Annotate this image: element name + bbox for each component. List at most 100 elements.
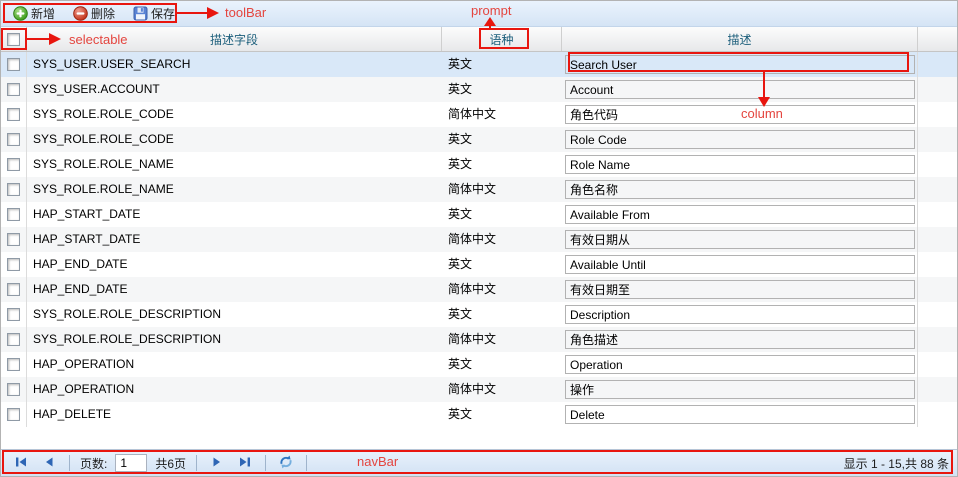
row-checkbox[interactable] [7,133,20,146]
table-row[interactable]: SYS_USER.USER_SEARCH 英文 [1,52,957,77]
save-button-label: 保存 [151,5,175,22]
row-checkbox[interactable] [7,308,20,321]
first-page-button[interactable] [11,453,31,473]
row-checkbox-cell [1,227,27,252]
desc-input[interactable] [565,230,915,249]
table-row[interactable]: SYS_ROLE.ROLE_CODE 简体中文 [1,102,957,127]
cell-spacer [918,52,957,77]
row-checkbox[interactable] [7,283,20,296]
row-checkbox[interactable] [7,408,20,421]
grid-header: 描述字段 语种 描述 [1,27,957,52]
cell-field: SYS_USER.ACCOUNT [27,77,442,102]
desc-input[interactable] [565,155,915,174]
row-checkbox-cell [1,277,27,302]
desc-input[interactable] [565,280,915,299]
delete-button[interactable]: 删除 [73,5,115,22]
table-row[interactable]: HAP_START_DATE 英文 [1,202,957,227]
desc-input[interactable] [565,205,915,224]
save-button[interactable]: 保存 [133,5,175,22]
row-checkbox[interactable] [7,358,20,371]
table-row[interactable]: SYS_ROLE.ROLE_NAME 简体中文 [1,177,957,202]
table-row[interactable]: SYS_ROLE.ROLE_DESCRIPTION 英文 [1,302,957,327]
cell-field: SYS_ROLE.ROLE_DESCRIPTION [27,302,442,327]
table-row[interactable]: HAP_OPERATION 英文 [1,352,957,377]
cell-field: SYS_USER.USER_SEARCH [27,52,442,77]
desc-input[interactable] [565,180,915,199]
cell-spacer [918,177,957,202]
desc-input[interactable] [565,105,915,124]
row-checkbox[interactable] [7,208,20,221]
cell-lang: 英文 [442,302,562,327]
cell-field: SYS_ROLE.ROLE_DESCRIPTION [27,327,442,352]
next-page-button[interactable] [207,453,227,473]
desc-input[interactable] [565,355,915,374]
desc-input[interactable] [565,130,915,149]
table-row[interactable]: HAP_END_DATE 英文 [1,252,957,277]
pager-separator [306,455,307,471]
row-checkbox-cell [1,127,27,152]
table-row[interactable]: SYS_USER.ACCOUNT 英文 [1,77,957,102]
pager-separator [196,455,197,471]
cell-desc [562,227,918,252]
cell-desc [562,152,918,177]
table-row[interactable]: HAP_START_DATE 简体中文 [1,227,957,252]
row-checkbox[interactable] [7,183,20,196]
last-page-button[interactable] [235,453,255,473]
row-checkbox[interactable] [7,233,20,246]
row-checkbox-cell [1,302,27,327]
desc-input[interactable] [565,80,915,99]
table-row[interactable]: HAP_DELETE 英文 [1,402,957,427]
prev-page-button[interactable] [39,453,59,473]
cell-field: SYS_ROLE.ROLE_NAME [27,177,442,202]
pager-bar: 页数: 共6页 显示 1 - 15,共 88 条 [1,449,957,476]
desc-input[interactable] [565,380,915,399]
cell-desc [562,327,918,352]
header-cell-lang[interactable]: 语种 [442,27,562,51]
table-row[interactable]: HAP_OPERATION 简体中文 [1,377,957,402]
row-checkbox[interactable] [7,383,20,396]
desc-input[interactable] [565,55,915,74]
desc-input[interactable] [565,405,915,424]
cell-field: HAP_OPERATION [27,377,442,402]
refresh-button[interactable] [276,453,296,473]
row-checkbox-cell [1,77,27,102]
header-cell-select-all[interactable] [1,27,27,51]
table-row[interactable]: SYS_ROLE.ROLE_CODE 英文 [1,127,957,152]
table-row[interactable]: SYS_ROLE.ROLE_DESCRIPTION 简体中文 [1,327,957,352]
page-label: 页数: [80,455,107,472]
add-icon [13,6,28,21]
cell-field: SYS_ROLE.ROLE_NAME [27,152,442,177]
cell-field: HAP_OPERATION [27,352,442,377]
cell-field: SYS_ROLE.ROLE_CODE [27,127,442,152]
table-row[interactable]: SYS_ROLE.ROLE_NAME 英文 [1,152,957,177]
cell-desc [562,127,918,152]
desc-input[interactable] [565,255,915,274]
delete-button-label: 删除 [91,5,115,22]
next-page-icon [209,454,225,473]
cell-lang: 简体中文 [442,177,562,202]
table-row[interactable]: HAP_END_DATE 简体中文 [1,277,957,302]
cell-desc [562,352,918,377]
row-checkbox-cell [1,352,27,377]
cell-desc [562,402,918,427]
row-checkbox[interactable] [7,158,20,171]
cell-spacer [918,352,957,377]
row-checkbox[interactable] [7,333,20,346]
cell-spacer [918,302,957,327]
row-checkbox[interactable] [7,58,20,71]
desc-input[interactable] [565,305,915,324]
row-checkbox[interactable] [7,83,20,96]
header-cell-field[interactable]: 描述字段 [27,27,442,51]
cell-spacer [918,277,957,302]
page-input[interactable] [115,454,147,472]
select-all-checkbox[interactable] [7,33,20,46]
desc-input[interactable] [565,330,915,349]
cell-spacer [918,102,957,127]
add-button[interactable]: 新增 [13,5,55,22]
row-checkbox[interactable] [7,258,20,271]
header-cell-desc[interactable]: 描述 [562,27,918,51]
cell-lang: 简体中文 [442,227,562,252]
add-button-label: 新增 [31,5,55,22]
cell-field: HAP_START_DATE [27,202,442,227]
row-checkbox[interactable] [7,108,20,121]
